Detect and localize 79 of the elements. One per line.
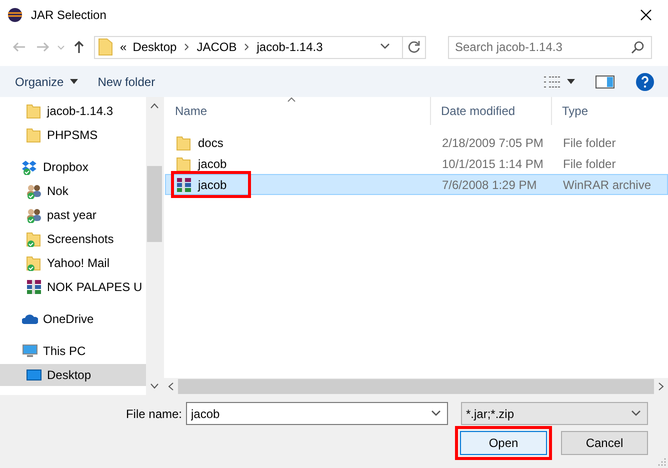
file-name: jacob xyxy=(198,156,227,170)
folder-icon xyxy=(26,103,42,119)
date-modified: 10/1/2015 1:14 PM xyxy=(441,156,544,170)
cancel-button[interactable]: Cancel xyxy=(561,431,648,455)
sidebar-item[interactable]: Nok xyxy=(0,180,146,202)
sidebar-item[interactable]: jacob-1.14.3 xyxy=(0,100,146,122)
scroll-left-icon xyxy=(168,382,174,391)
resize-grip-icon xyxy=(658,458,666,466)
vertical-scrollbar[interactable] xyxy=(146,97,163,395)
folder-icon xyxy=(26,127,42,143)
scroll-up-icon xyxy=(150,103,159,109)
archive-icon xyxy=(26,279,42,295)
breadcrumb[interactable]: Desktop xyxy=(132,40,177,54)
people-icon xyxy=(26,183,42,199)
synced-folder-icon xyxy=(26,231,42,247)
monitor-icon xyxy=(22,343,38,359)
scrollbar-thumb[interactable] xyxy=(147,166,162,242)
sort-ascending-icon xyxy=(287,97,296,102)
chevron-down-icon xyxy=(57,44,65,50)
breadcrumb[interactable]: jacob-1.14.3 xyxy=(256,40,323,54)
folder-icon xyxy=(176,134,192,150)
address-bar[interactable]: « Desktop JACOB jacob-1.14.3 xyxy=(94,36,426,58)
overflow-chevron[interactable]: « xyxy=(120,40,127,54)
close-icon xyxy=(640,9,652,21)
file-row[interactable]: jacob 7/6/2008 1:29 PM WinRAR archive xyxy=(165,174,668,195)
caret-down-icon xyxy=(567,79,575,84)
file-type: WinRAR archive xyxy=(562,178,652,192)
folder-icon xyxy=(176,156,192,172)
folder-icon xyxy=(98,38,114,56)
column-header[interactable]: Name xyxy=(165,97,431,125)
people-icon xyxy=(26,207,42,223)
date-modified: 2/18/2009 7:05 PM xyxy=(441,136,544,150)
search-icon xyxy=(631,40,645,54)
horizontal-scrollbar[interactable] xyxy=(164,378,668,395)
archive-icon xyxy=(176,176,192,192)
sidebar-item[interactable]: Desktop xyxy=(0,364,146,386)
sidebar-item[interactable]: past year xyxy=(0,204,146,226)
caret-down-icon xyxy=(70,79,78,84)
chevron-down-icon xyxy=(631,410,641,418)
file-row[interactable]: jacob 10/1/2015 1:14 PM File folder xyxy=(165,153,668,174)
dropbox-icon xyxy=(22,159,38,175)
scroll-down-icon xyxy=(150,383,159,389)
refresh-icon xyxy=(407,40,421,54)
sidebar-item[interactable]: NOK PALAPES U xyxy=(0,276,146,298)
file-type-dropdown[interactable]: *.jar;*.zip xyxy=(461,402,648,425)
window-title: JAR Selection xyxy=(31,8,108,22)
synced-folder-icon xyxy=(26,255,42,271)
scrollbar-thumb[interactable] xyxy=(178,379,654,394)
help-icon xyxy=(635,72,655,92)
date-modified: 7/6/2008 1:29 PM xyxy=(441,178,538,192)
chevron-right-icon xyxy=(182,42,191,52)
column-header[interactable]: Date modified xyxy=(431,97,552,125)
breadcrumb[interactable]: JACOB xyxy=(196,40,237,54)
file-row[interactable]: docs 2/18/2009 7:05 PM File folder xyxy=(165,132,668,153)
preview-pane-icon xyxy=(595,74,615,88)
chevron-down-icon xyxy=(431,410,441,418)
organize-menu[interactable]: Organize xyxy=(10,72,83,92)
desktop-icon xyxy=(26,367,42,383)
file-name-combo[interactable]: jacob xyxy=(186,402,448,425)
app-logo-icon xyxy=(7,7,23,23)
sidebar-item[interactable]: This PC xyxy=(0,340,146,362)
sidebar-item[interactable]: Dropbox xyxy=(0,156,146,178)
file-type: File folder xyxy=(562,136,617,150)
file-type: File folder xyxy=(562,156,617,170)
new-folder-button[interactable]: New folder xyxy=(92,72,160,92)
sidebar-item[interactable]: PHPSMS xyxy=(0,124,146,146)
sidebar-item[interactable]: Yahoo! Mail xyxy=(0,252,146,274)
open-button[interactable]: Open xyxy=(460,431,547,455)
sidebar-item[interactable]: OneDrive xyxy=(0,308,146,330)
chevron-down-icon xyxy=(380,43,390,51)
column-header[interactable]: Type xyxy=(552,97,662,125)
chevron-right-icon xyxy=(242,42,251,52)
file-name: docs xyxy=(198,136,224,150)
sidebar-item[interactable]: Screenshots xyxy=(0,228,146,250)
details-view-icon xyxy=(543,74,561,88)
file-name: jacob xyxy=(198,178,227,192)
file-name-label: File name: xyxy=(126,406,182,420)
scroll-right-icon xyxy=(658,382,664,391)
search-box[interactable]: Search jacob-1.14.3 xyxy=(448,36,652,58)
